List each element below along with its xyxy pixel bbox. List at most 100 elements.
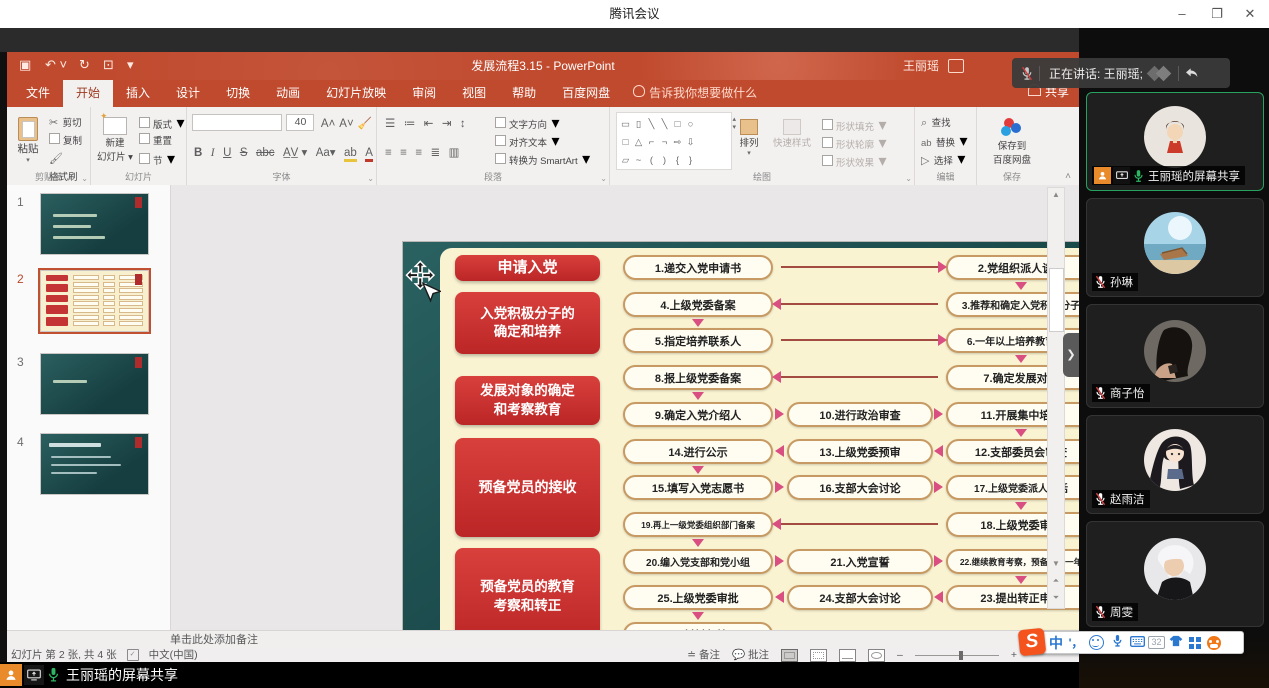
- slide-2-editing-area[interactable]: 申请入党入党积极分子的确定和培养发展对象的确定和考察教育预备党员的接收预备党员的…: [403, 242, 1145, 660]
- flow-step-19[interactable]: 19.再上一级党委组织部门备案: [623, 512, 773, 537]
- reading-view-icon[interactable]: [839, 649, 856, 662]
- participant-tile-孙琳[interactable]: 孙琳: [1086, 198, 1264, 297]
- notes-toggle[interactable]: ≐ 备注: [687, 648, 720, 662]
- flow-step-9[interactable]: 9.确定入党介绍人: [623, 402, 773, 427]
- clipboard-dialog-launcher[interactable]: ⌄: [81, 174, 88, 183]
- slide-thumbnail-1[interactable]: [40, 193, 149, 255]
- flow-step-20[interactable]: 20.编入党支部和党小组: [623, 549, 773, 574]
- font-dialog-launcher[interactable]: ⌄: [367, 174, 374, 183]
- select-button[interactable]: ▷ 选择 ▾: [921, 149, 965, 169]
- shape-effects-button[interactable]: 形状效果 ▾: [822, 151, 887, 171]
- flow-step-24[interactable]: 24.支部大会讨论: [787, 585, 933, 610]
- flow-step-8[interactable]: 8.报上级党委备案: [623, 365, 773, 390]
- paragraph-dialog-launcher[interactable]: ⌄: [600, 174, 607, 183]
- font-name-input[interactable]: [192, 114, 282, 131]
- tab-插入[interactable]: 插入: [113, 80, 163, 107]
- participant-tile-赵雨洁[interactable]: 赵雨洁: [1086, 415, 1264, 514]
- tab-幻灯片放映[interactable]: 幻灯片放映: [313, 80, 399, 107]
- reset-button[interactable]: 重置: [139, 131, 172, 149]
- comments-toggle[interactable]: 💬 批注: [732, 648, 769, 662]
- user-account-icon[interactable]: [948, 59, 964, 73]
- section-button[interactable]: 节 ▾: [139, 149, 175, 169]
- tab-动画[interactable]: 动画: [263, 80, 313, 107]
- notes-pane[interactable]: 单击此处添加备注: [7, 630, 1079, 648]
- shape-outline-button[interactable]: 形状轮廓 ▾: [822, 133, 887, 153]
- restore-icon[interactable]: ❐: [1200, 0, 1234, 28]
- flow-step-2[interactable]: 2.党组织派人谈话: [946, 255, 1096, 280]
- find-button[interactable]: ⌕ 查找: [921, 113, 951, 131]
- vertical-scrollbar[interactable]: ▲ ▼ ⏶ ⏷: [1047, 187, 1065, 609]
- tab-文件[interactable]: 文件: [13, 80, 63, 107]
- close-icon[interactable]: ✕: [1233, 0, 1267, 28]
- slide-thumbnail-4[interactable]: [40, 433, 149, 495]
- tab-帮助[interactable]: 帮助: [499, 80, 549, 107]
- previous-slide-icon[interactable]: ⏶: [1048, 576, 1064, 586]
- participant-tile-周雯[interactable]: 周雯: [1086, 521, 1264, 627]
- layout-button[interactable]: 版式 ▾: [139, 113, 185, 133]
- spellcheck-icon[interactable]: ✓: [127, 649, 139, 661]
- punctuation-toggle[interactable]: '，: [1067, 634, 1085, 651]
- flow-step-22[interactable]: 22.继续教育考察，预备期满一年: [946, 549, 1096, 574]
- save-to-baidu-button[interactable]: 保存到 百度网盘: [985, 112, 1039, 166]
- zoom-out-icon[interactable]: –: [897, 648, 903, 662]
- increase-indent-icon[interactable]: ⇥: [442, 116, 452, 130]
- flow-step-3[interactable]: 3.推荐和确定入党积极分子: [946, 292, 1096, 317]
- flow-step-16[interactable]: 16.支部大会讨论: [787, 475, 933, 500]
- category-box-3[interactable]: 发展对象的确定和考察教育: [455, 376, 600, 425]
- strikethrough-button[interactable]: S: [240, 147, 248, 159]
- voice-input-icon[interactable]: [1108, 634, 1126, 651]
- collapse-ribbon-icon[interactable]: ˄: [1065, 171, 1071, 182]
- shapes-gallery[interactable]: ▭▯╲╲□○ □△⌐¬⇨⇩ ▱~(){}: [616, 112, 732, 170]
- flow-step-1[interactable]: 1.递交入党申请书: [623, 255, 773, 280]
- flow-step-10[interactable]: 10.进行政治审查: [787, 402, 933, 427]
- flow-step-11[interactable]: 11.开展集中培训: [946, 402, 1096, 427]
- flow-step-13[interactable]: 13.上级党委预审: [787, 439, 933, 464]
- dict-icon[interactable]: 32: [1148, 636, 1165, 649]
- zoom-in-icon[interactable]: +: [1011, 648, 1017, 662]
- flow-step-15[interactable]: 15.填写入党志愿书: [623, 475, 773, 500]
- skin-icon[interactable]: [1167, 635, 1185, 650]
- scrollbar-thumb[interactable]: [1049, 268, 1064, 332]
- justify-icon[interactable]: ≣: [431, 145, 441, 159]
- language-status[interactable]: 中文(中国): [149, 648, 198, 662]
- sogou-face-icon[interactable]: [1207, 636, 1221, 650]
- scroll-up-icon[interactable]: ▲: [1048, 190, 1064, 199]
- flow-step-17[interactable]: 17.上级党委派人谈话: [946, 475, 1096, 500]
- soft-keyboard-icon[interactable]: [1128, 636, 1146, 650]
- paste-button[interactable]: 粘贴▾: [11, 111, 45, 164]
- flow-step-21[interactable]: 21.入党宣誓: [787, 549, 933, 574]
- quick-styles-button[interactable]: 快速样式: [768, 113, 816, 149]
- flow-step-23[interactable]: 23.提出转正申请: [946, 585, 1096, 610]
- minimize-icon[interactable]: –: [1165, 0, 1199, 28]
- shrink-font-icon[interactable]: A˅: [339, 118, 353, 130]
- smartart-button[interactable]: 转换为 SmartArt ▾: [495, 149, 590, 169]
- next-slide-icon[interactable]: ⏷: [1048, 593, 1064, 603]
- tab-切换[interactable]: 切换: [213, 80, 263, 107]
- normal-view-icon[interactable]: [781, 649, 798, 662]
- flow-step-5[interactable]: 5.指定培养联系人: [623, 328, 773, 353]
- slideshow-view-icon[interactable]: [868, 649, 885, 662]
- highlight-icon[interactable]: ab: [344, 147, 357, 162]
- flow-step-14[interactable]: 14.进行公示: [623, 439, 773, 464]
- cut-button[interactable]: ✂ 剪切: [49, 113, 82, 131]
- font-size-input[interactable]: 40: [286, 114, 314, 131]
- toolbox-grid-icon[interactable]: [1189, 637, 1201, 649]
- drawing-dialog-launcher[interactable]: ⌄: [905, 174, 912, 183]
- arrange-button[interactable]: 排列▾: [732, 113, 766, 157]
- category-box-4[interactable]: 预备党员的接收: [455, 438, 600, 537]
- tab-开始[interactable]: 开始: [63, 80, 113, 107]
- category-box-2[interactable]: 入党积极分子的确定和培养: [455, 292, 600, 354]
- italic-button[interactable]: I: [211, 147, 215, 159]
- slide-sorter-icon[interactable]: [810, 649, 827, 662]
- category-box-1[interactable]: 申请入党: [455, 255, 600, 281]
- underline-button[interactable]: U: [223, 147, 231, 159]
- align-center-icon[interactable]: ≡: [400, 147, 407, 159]
- clear-format-icon[interactable]: 🧹: [358, 116, 372, 130]
- strike-abc-icon[interactable]: abc: [256, 147, 275, 159]
- tab-审阅[interactable]: 审阅: [399, 80, 449, 107]
- line-spacing-icon[interactable]: ↕: [460, 118, 466, 130]
- zoom-slider-thumb[interactable]: [959, 651, 963, 660]
- copy-button[interactable]: 复制: [49, 131, 82, 149]
- bold-button[interactable]: B: [194, 147, 202, 159]
- numbering-icon[interactable]: ≔: [404, 116, 416, 130]
